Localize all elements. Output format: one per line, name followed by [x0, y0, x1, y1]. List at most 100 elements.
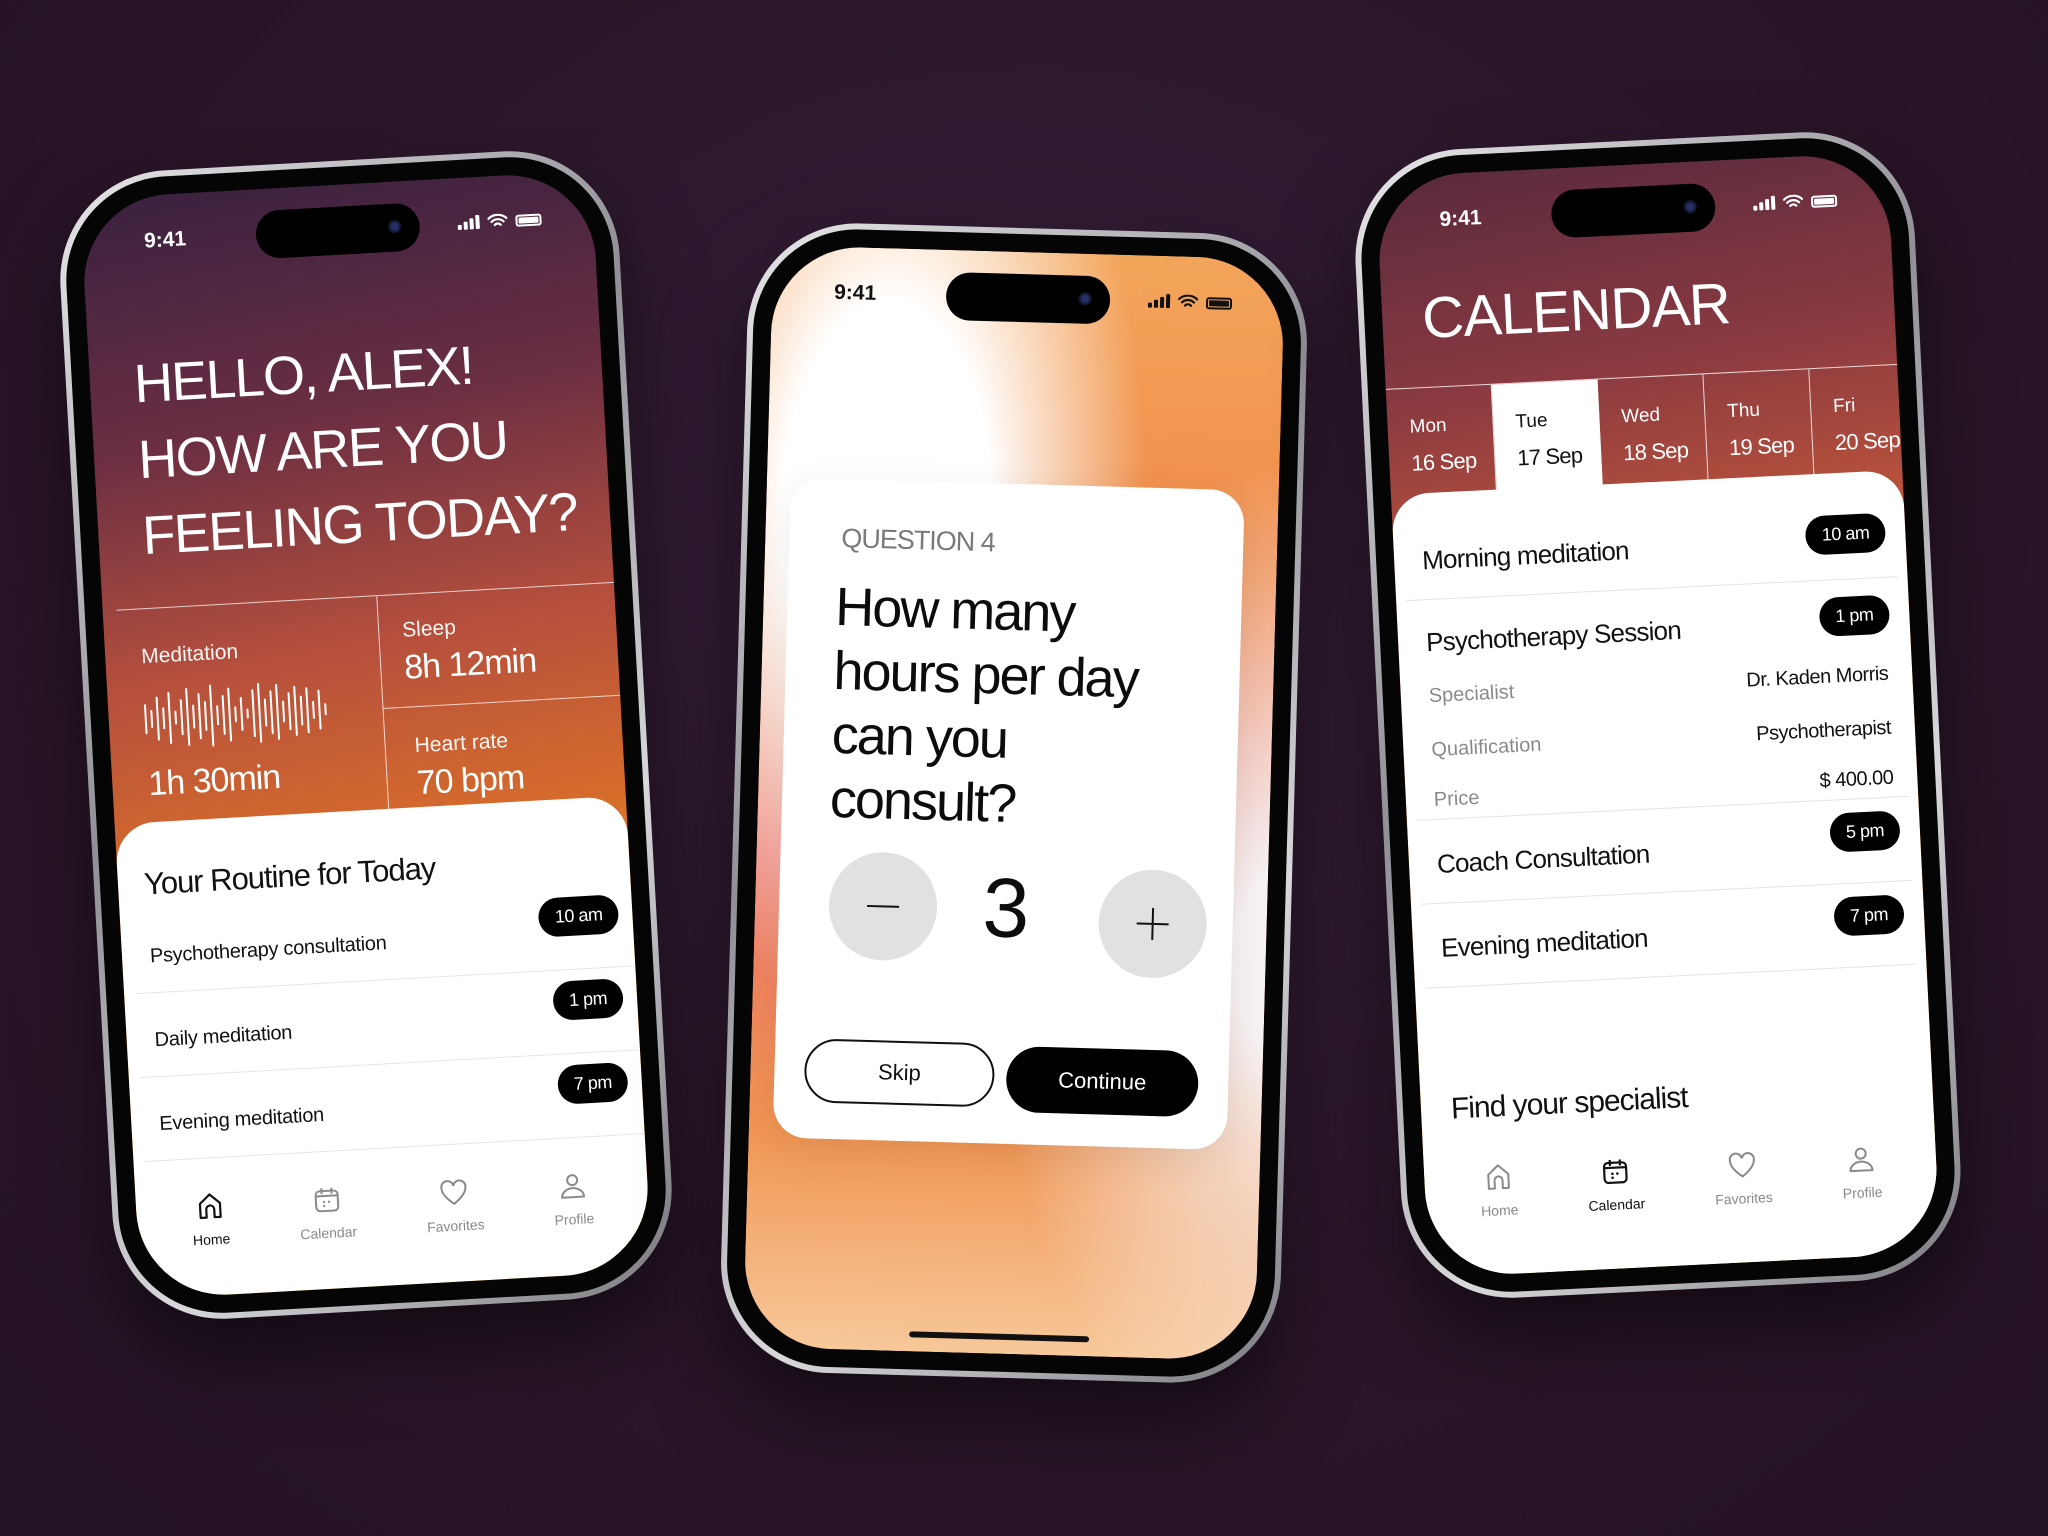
- phone-bezel: 9:41 HELLO, ALEX! HOW ARE YOU FEELING TO…: [60, 151, 672, 1319]
- calendar-title: CALENDAR: [1420, 271, 1732, 351]
- waveform-bar: [221, 694, 226, 735]
- profile-icon: [561, 1174, 586, 1199]
- routine-item-name: Evening meditation: [158, 1103, 325, 1136]
- waveform-bar: [185, 687, 191, 746]
- waveform-bar: [150, 709, 154, 728]
- waveform-bar: [227, 687, 233, 742]
- meditation-label: Meditation: [140, 640, 239, 669]
- waveform-bar: [256, 682, 263, 743]
- question-text: How many hours per day can you consult?: [829, 576, 1139, 835]
- waveform-bar: [317, 689, 322, 730]
- battery-icon: [1810, 194, 1838, 208]
- waveform-bar: [234, 706, 238, 723]
- tab-calendar[interactable]: Calendar: [1585, 1127, 1649, 1270]
- phone-bezel: 9:41 QUESTION 4 How many hours per day c…: [724, 226, 1304, 1380]
- day-name: Fri: [1832, 395, 1856, 418]
- detail-value: Dr. Kaden Morris: [1745, 662, 1889, 692]
- routine-panel: Your Routine for Today Psychotherapy con…: [114, 795, 653, 1300]
- time-badge: 1 pm: [1818, 594, 1891, 637]
- signal-icon: [457, 214, 480, 231]
- find-specialist-title: Find your specialist: [1450, 1081, 1689, 1126]
- event-name: Coach Consultation: [1436, 838, 1651, 879]
- event-item-expanded[interactable]: Psychotherapy Session 1 pm Specialist Dr…: [1406, 576, 1909, 821]
- skip-button[interactable]: Skip: [803, 1038, 996, 1108]
- time-badge: 5 pm: [1828, 810, 1901, 853]
- greeting-heading: HELLO, ALEX! HOW ARE YOU FEELING TODAY?: [132, 322, 579, 574]
- plus-icon: [1136, 907, 1169, 940]
- day-name: Thu: [1726, 399, 1761, 423]
- detail-key: Specialist: [1428, 681, 1515, 708]
- stats-divider-vertical: [376, 596, 391, 828]
- tab-favorites[interactable]: Favorites: [1712, 1121, 1776, 1264]
- calendar-phone: 9:41 CALENDAR Mon 16 Sep Tue 17 Sep Wed 18 …: [1350, 127, 1966, 1303]
- home-phone: 9:41 HELLO, ALEX! HOW ARE YOU FEELING TO…: [54, 145, 678, 1325]
- tab-profile-label: Profile: [554, 1210, 595, 1229]
- tab-home-label: Home: [1480, 1201, 1519, 1220]
- heart-icon: [440, 1179, 467, 1205]
- battery-icon: [1205, 297, 1233, 310]
- waveform-bar: [179, 699, 184, 736]
- time-badge: 7 pm: [556, 1061, 629, 1105]
- tab-calendar[interactable]: Calendar: [295, 1137, 360, 1290]
- day-date: 18 Sep: [1622, 437, 1689, 466]
- event-name: Morning meditation: [1421, 535, 1630, 576]
- routine-item-name: Daily meditation: [154, 1021, 293, 1052]
- sleep-stat[interactable]: Sleep 8h 12min: [402, 611, 538, 687]
- home-screen: 9:41 HELLO, ALEX! HOW ARE YOU FEELING TO…: [79, 170, 653, 1300]
- audio-waveform-icon: [143, 677, 328, 751]
- day-fri[interactable]: Fri 20 Sep: [1809, 364, 1922, 490]
- calendar-icon: [1602, 1159, 1628, 1185]
- phone-bezel: 9:41 CALENDAR Mon 16 Sep Tue 17 Sep Wed 18 …: [1356, 133, 1960, 1297]
- sleep-value: 8h 12min: [403, 641, 538, 687]
- waveform-bar: [269, 690, 274, 735]
- tab-profile-label: Profile: [1842, 1183, 1883, 1202]
- detail-key: Qualification: [1430, 733, 1542, 762]
- profile-icon: [1849, 1147, 1874, 1173]
- detail-key: Price: [1433, 786, 1480, 812]
- waveform-bar: [162, 707, 166, 730]
- stats-divider-horizontal: [382, 694, 621, 710]
- heart-rate-stat[interactable]: Heart rate 70 bpm: [414, 728, 525, 803]
- waveform-bar: [239, 696, 244, 731]
- time-badge: 7 pm: [1833, 894, 1905, 937]
- waveform-bar: [287, 692, 292, 731]
- continue-button[interactable]: Continue: [1005, 1045, 1200, 1118]
- detail-price: Price $ 400.00: [1433, 767, 1894, 811]
- calendar-screen: 9:41 CALENDAR Mon 16 Sep Tue 17 Sep Wed 18 …: [1375, 152, 1941, 1278]
- tab-profile[interactable]: Profile: [549, 1124, 597, 1276]
- day-date: 20 Sep: [1834, 426, 1901, 456]
- tab-favorites-label: Favorites: [1714, 1188, 1774, 1208]
- question-card: QUESTION 4 How many hours per day can yo…: [772, 477, 1245, 1151]
- heart-rate-value: 70 bpm: [415, 758, 526, 803]
- day-name: Mon: [1409, 414, 1448, 438]
- meditation-stat[interactable]: Meditation 1h 30min: [141, 635, 332, 804]
- tab-home[interactable]: Home: [1477, 1134, 1521, 1276]
- heart-icon: [1729, 1152, 1756, 1178]
- quiz-phone: 9:41 QUESTION 4 How many hours per day c…: [718, 220, 1310, 1386]
- question-number: QUESTION 4: [840, 523, 996, 558]
- event-name: Evening meditation: [1440, 922, 1649, 963]
- waveform-bar: [174, 710, 178, 725]
- wifi-icon: [487, 213, 508, 227]
- tab-bar: Home Calendar Favorites Profile: [133, 1121, 653, 1299]
- day-name: Wed: [1620, 404, 1661, 428]
- day-name: Tue: [1515, 410, 1549, 433]
- tab-profile[interactable]: Profile: [1839, 1116, 1885, 1258]
- waveform-bar: [192, 704, 196, 729]
- wifi-icon: [1178, 294, 1199, 307]
- waveform-bar: [263, 698, 268, 727]
- battery-icon: [515, 213, 542, 227]
- tab-favorites[interactable]: Favorites: [422, 1130, 488, 1283]
- time-badge: 1 pm: [552, 978, 625, 1021]
- waveform-bar: [203, 700, 208, 731]
- detail-specialist: Specialist Dr. Kaden Morris: [1428, 663, 1889, 707]
- events-panel: Morning meditation 10 am Psychotherapy S…: [1390, 469, 1941, 1278]
- waveform-bar: [324, 703, 327, 716]
- tab-home[interactable]: Home: [188, 1145, 234, 1297]
- home-icon: [1486, 1164, 1510, 1190]
- waveform-bar: [299, 695, 304, 726]
- event-name: Psychotherapy Session: [1425, 614, 1682, 658]
- heart-rate-label: Heart rate: [414, 729, 509, 758]
- day-date: 17 Sep: [1516, 442, 1583, 471]
- time-badge: 10 am: [537, 894, 620, 938]
